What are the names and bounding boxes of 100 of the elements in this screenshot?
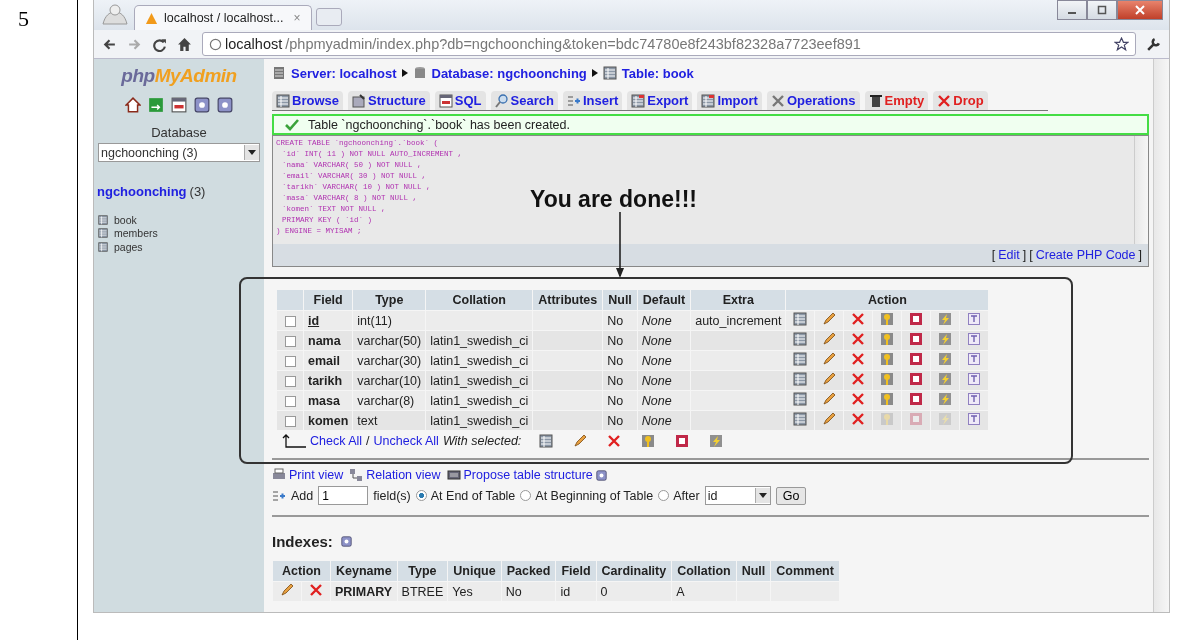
page-link[interactable]: Propose table structure	[463, 468, 593, 482]
table-icon[interactable]	[793, 412, 808, 426]
delete-icon[interactable]	[607, 434, 622, 448]
delete-icon[interactable]	[851, 412, 866, 426]
lightning-icon[interactable]	[938, 372, 953, 386]
breadcrumb-link[interactable]: Table: book	[621, 65, 694, 81]
delete-icon[interactable]	[851, 352, 866, 366]
delete-icon[interactable]	[851, 372, 866, 386]
home-icon[interactable]	[125, 97, 141, 113]
table-icon[interactable]	[98, 241, 108, 252]
index-badge-icon[interactable]	[909, 372, 924, 386]
tab[interactable]: Empty	[864, 91, 929, 110]
radio-button[interactable]	[520, 490, 532, 501]
help-icon[interactable]	[194, 97, 210, 113]
tab[interactable]: Insert	[562, 91, 623, 110]
tab[interactable]: Structure	[347, 91, 430, 110]
pencil-icon[interactable]	[822, 332, 837, 346]
sql-link[interactable]: Edit	[998, 248, 1020, 262]
table-icon[interactable]	[793, 392, 808, 406]
frame-icon[interactable]	[967, 412, 982, 426]
lightning-icon[interactable]	[938, 392, 953, 406]
wrench-icon[interactable]	[1146, 36, 1161, 52]
frame-icon[interactable]	[967, 352, 982, 366]
tab[interactable]: SQL	[434, 91, 486, 110]
key-icon[interactable]	[641, 434, 656, 448]
pencil-icon[interactable]	[822, 352, 837, 366]
close-button[interactable]	[1117, 0, 1163, 20]
uncheck-all-link[interactable]: Uncheck All	[373, 434, 439, 448]
table-icon[interactable]	[793, 312, 808, 326]
checkbox[interactable]	[284, 375, 296, 387]
scrollbar[interactable]	[1134, 136, 1148, 244]
reload-icon[interactable]	[152, 36, 167, 52]
frame-icon[interactable]	[967, 332, 982, 346]
pencil-icon[interactable]	[280, 583, 294, 597]
delete-icon[interactable]	[851, 392, 866, 406]
index-badge-icon[interactable]	[675, 434, 690, 448]
index-badge-icon[interactable]	[909, 392, 924, 406]
pencil-icon[interactable]	[573, 434, 588, 448]
phpmyadmin-logo[interactable]: phpMyAdmin	[94, 65, 264, 87]
page-link[interactable]: Relation view	[366, 468, 441, 482]
tab[interactable]: Browse	[272, 91, 343, 110]
checkbox[interactable]	[284, 395, 296, 407]
column-select[interactable]: id	[704, 486, 771, 505]
maximize-button[interactable]	[1087, 0, 1117, 20]
tab[interactable]: Search	[490, 91, 558, 110]
delete-icon[interactable]	[309, 583, 323, 597]
star-icon[interactable]	[1114, 36, 1129, 52]
radio-button[interactable]	[658, 490, 670, 501]
table-icon[interactable]	[98, 228, 108, 239]
checkbox[interactable]	[284, 335, 296, 347]
table-link[interactable]: book	[114, 213, 137, 226]
key-icon[interactable]	[880, 392, 895, 406]
tab-close-button[interactable]: ×	[289, 11, 301, 25]
lightning-icon[interactable]	[938, 312, 953, 326]
database-select[interactable]: ngchoonching (3)	[98, 143, 260, 162]
table-icon[interactable]	[793, 352, 808, 366]
go-button[interactable]: Go	[775, 486, 807, 505]
key-icon[interactable]	[880, 332, 895, 346]
lightning-icon[interactable]	[938, 332, 953, 346]
checkbox[interactable]	[284, 315, 296, 327]
key-icon[interactable]	[880, 372, 895, 386]
frame-icon[interactable]	[967, 372, 982, 386]
frame-icon[interactable]	[967, 392, 982, 406]
lightning-icon[interactable]	[709, 434, 724, 448]
sql-window-icon[interactable]	[171, 97, 187, 113]
delete-icon[interactable]	[851, 332, 866, 346]
lightning-icon[interactable]	[938, 352, 953, 366]
docs-icon[interactable]	[217, 97, 233, 113]
index-badge-icon[interactable]	[909, 312, 924, 326]
tab[interactable]: Export	[627, 91, 693, 110]
address-bar[interactable]: localhost /phpmyadmin/index.php?db=ngchoonching&token=bdc74780e8f243bf82328a7723eef891	[202, 32, 1136, 56]
delete-icon[interactable]	[851, 312, 866, 326]
key-icon[interactable]	[880, 312, 895, 326]
index-badge-icon[interactable]	[909, 332, 924, 346]
breadcrumb-link[interactable]: Server: localhost	[291, 65, 397, 81]
field-count-input[interactable]: 1	[318, 486, 369, 505]
table-icon[interactable]	[98, 214, 108, 225]
breadcrumb-link[interactable]: Database: ngchoonching	[431, 65, 587, 81]
key-icon[interactable]	[880, 352, 895, 366]
table-icon[interactable]	[793, 372, 808, 386]
help-icon[interactable]	[595, 469, 607, 481]
check-all-link[interactable]: Check All	[310, 434, 363, 448]
minimize-button[interactable]	[1057, 0, 1087, 20]
table-icon[interactable]	[793, 332, 808, 346]
tab[interactable]: Drop	[933, 91, 988, 110]
browser-tab[interactable]: localhost / localhost... ×	[134, 5, 312, 30]
checkbox[interactable]	[284, 415, 296, 427]
radio-button[interactable]	[415, 490, 427, 501]
pencil-icon[interactable]	[822, 372, 837, 386]
table-link[interactable]: pages	[114, 240, 143, 253]
tab[interactable]: Import	[697, 91, 762, 110]
page-link[interactable]: Print view	[289, 468, 344, 482]
checkbox[interactable]	[284, 355, 296, 367]
tab[interactable]: Operations	[766, 91, 860, 110]
table-icon[interactable]	[539, 434, 554, 448]
sql-link[interactable]: Create PHP Code	[1035, 248, 1136, 262]
exit-icon[interactable]	[148, 97, 164, 113]
pencil-icon[interactable]	[822, 412, 837, 426]
pencil-icon[interactable]	[822, 312, 837, 326]
home-icon[interactable]	[177, 36, 192, 52]
